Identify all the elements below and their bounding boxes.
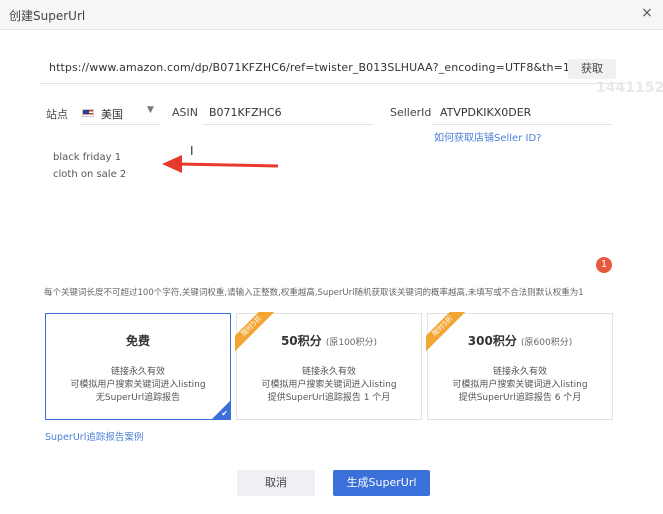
keywords-textarea[interactable]: black friday 1 cloth on sale 2 — [44, 144, 612, 264]
check-icon: ✔ — [221, 409, 228, 418]
asin-label: ASIN — [172, 106, 198, 119]
plan-name: 50积分 — [280, 334, 322, 348]
plan-desc-line: 可模拟用户搜索关键词进入listing — [261, 380, 397, 390]
site-label: 站点 — [46, 108, 68, 121]
seller-id-help-link[interactable]: 如何获取店铺Seller ID? — [434, 129, 541, 144]
seller-label: SellerId — [390, 106, 432, 119]
plan-title: 300积分 (原600积分) — [428, 332, 612, 349]
annotation-arrow-icon — [162, 155, 279, 173]
plan-desc-line: 链接永久有效 — [110, 367, 165, 377]
asin-underline — [203, 124, 373, 125]
dialog-title: 创建SuperUrl — [9, 9, 86, 23]
report-case-link[interactable]: SuperUrl追踪报告案例 — [45, 429, 143, 443]
plan-card-300[interactable]: 限时5折 300积分 (原600积分) 链接永久有效 可模拟用户搜索关键词进入l… — [426, 312, 613, 420]
keyword-hint: 每个关键词长度不可超过100个字符,关键词权重,请输入正整数,权重越高,Supe… — [44, 288, 584, 298]
asin-input[interactable]: B071KFZHC6 — [209, 106, 282, 119]
plan-desc-line: 提供SuperUrl追踪报告 6 个月 — [458, 393, 582, 403]
us-flag-icon — [82, 109, 94, 117]
close-icon[interactable]: × — [639, 5, 655, 21]
create-superurl-dialog: 创建SuperUrl × https://www.amazon.com/dp/B… — [0, 0, 663, 514]
chevron-down-icon[interactable]: ▼ — [147, 105, 154, 115]
seller-input[interactable]: ATVPDKIKX0DER — [440, 106, 531, 119]
keyword-line: cloth on sale 2 — [53, 169, 127, 180]
plan-desc-line: 无SuperUrl追踪报告 — [95, 393, 181, 403]
plan-name: 300积分 — [467, 334, 517, 348]
plan-desc-line: 链接永久有效 — [492, 367, 547, 377]
plan-card-50[interactable]: 限时5折 50积分 (原100积分) 链接永久有效 可模拟用户搜索关键词进入li… — [235, 312, 422, 420]
url-input[interactable]: https://www.amazon.com/dp/B071KFZHC6/ref… — [40, 54, 625, 84]
plan-original-price: (原600积分) — [521, 338, 573, 348]
keyword-count-badge: 1 — [596, 257, 612, 273]
keyword-line: black friday 1 — [53, 152, 122, 163]
plan-desc-line: 提供SuperUrl追踪报告 1 个月 — [267, 393, 391, 403]
plan-name: 免费 — [125, 334, 150, 348]
cancel-button[interactable]: 取消 — [237, 470, 315, 496]
dialog-titlebar: 创建SuperUrl × — [0, 0, 663, 30]
plan-title: 50积分 (原100积分) — [237, 332, 421, 349]
plan-original-price: (原100积分) — [325, 338, 378, 348]
generate-superurl-button[interactable]: 生成SuperUrl — [333, 470, 430, 496]
site-select[interactable] — [80, 124, 160, 125]
watermark: 1441152 — [596, 80, 663, 96]
seller-underline — [432, 124, 612, 125]
fetch-button[interactable]: 获取 — [568, 59, 616, 79]
plan-desc-line: 链接永久有效 — [301, 367, 356, 377]
plan-card-free[interactable]: 免费 链接永久有效 可模拟用户搜索关键词进入listing 无SuperUrl追… — [45, 313, 231, 420]
plan-desc-line: 可模拟用户搜索关键词进入listing — [70, 380, 206, 390]
plan-title: 免费 — [46, 332, 230, 349]
site-select-value[interactable]: 美国 — [101, 106, 123, 122]
plan-desc-line: 可模拟用户搜索关键词进入listing — [452, 380, 588, 390]
url-input-value: https://www.amazon.com/dp/B071KFZHC6/ref… — [49, 61, 571, 74]
